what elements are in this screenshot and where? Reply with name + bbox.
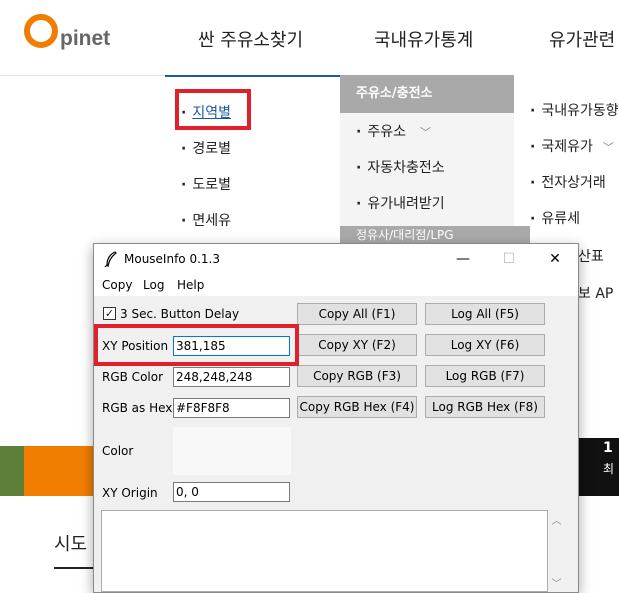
mouseinfo-window: MouseInfo 0.1.3 — ☐ ✕ Copy Log Help ✓ 3 … <box>93 243 579 593</box>
menu-col-prices: 국내유가동향 국제유가﹀ 전자상거래 유류세 <box>514 75 619 245</box>
copy-rgb-hex-button[interactable]: Copy RGB Hex (F4) <box>297 396 417 418</box>
xy-origin-field[interactable]: 0, 0 <box>173 482 290 502</box>
menu-item-fuel-tax[interactable]: 유류세 <box>530 208 580 228</box>
menu-item-by-road[interactable]: 도로별 <box>181 174 231 194</box>
copy-rgb-button[interactable]: Copy RGB (F3) <box>297 365 417 387</box>
menu-help[interactable]: Help <box>177 278 204 292</box>
site-header: pinet 싼 주유소찾기 국내유가통계 유가관련 <box>0 0 619 76</box>
banner-dark: 1 최 <box>577 438 619 496</box>
menu-bar: Copy Log Help <box>94 274 578 296</box>
logo-text: pinet <box>60 27 111 50</box>
menu-item-charging-station[interactable]: 자동차충전소 <box>356 157 444 177</box>
partial-menu-text: 산표 <box>578 249 604 265</box>
menu-log[interactable]: Log <box>143 278 164 292</box>
chevron-down-icon: ﹀ <box>419 126 431 139</box>
nav-domestic-price-stats[interactable]: 국내유가통계 <box>374 26 473 52</box>
rgb-hex-field[interactable]: #F8F8F8 <box>173 398 290 418</box>
scroll-down-icon[interactable]: ﹀ <box>548 575 565 590</box>
delay-checkbox-label: 3 Sec. Button Delay <box>120 307 240 321</box>
highlight-box-xy-position <box>94 324 299 366</box>
highlight-box-region <box>175 89 251 130</box>
menu-col-stations: 주유소/충전소 주유소﹀ 자동차충전소 유가내려받기 정유사/대리점/LPG <box>340 75 530 245</box>
menu-item-intl-price[interactable]: 국제유가﹀ <box>530 136 614 156</box>
menu-item-domestic-trend[interactable]: 국내유가동향 <box>530 100 618 120</box>
partial-menu-text: 보 AP <box>578 286 614 302</box>
sido-heading: 시도 <box>54 534 88 555</box>
log-rgb-button[interactable]: Log RGB (F7) <box>425 365 545 387</box>
rgb-color-label: RGB Color <box>102 370 164 384</box>
xy-origin-label: XY Origin <box>102 486 158 500</box>
menu-heading-stations: 주유소/충전소 <box>340 75 514 113</box>
menu-item-tax-free[interactable]: 면세유 <box>181 210 231 230</box>
banner-image <box>0 446 24 496</box>
title-bar[interactable]: MouseInfo 0.1.3 — ☐ ✕ <box>94 244 578 274</box>
maximize-button[interactable]: ☐ <box>486 244 532 274</box>
color-label: Color <box>102 444 134 458</box>
log-xy-button[interactable]: Log XY (F6) <box>425 334 545 356</box>
delay-checkbox[interactable]: ✓ <box>103 307 116 320</box>
banner-text: 최 <box>603 462 615 476</box>
menu-item-price-download[interactable]: 유가내려받기 <box>356 193 444 213</box>
menu-item-e-commerce[interactable]: 전자상거래 <box>530 172 605 192</box>
banner-orange <box>24 446 94 496</box>
divider <box>54 567 94 569</box>
log-scrollbar[interactable]: ︿ ﹀ <box>548 510 565 592</box>
nav-cheap-gas-station[interactable]: 싼 주유소찾기 <box>198 26 303 52</box>
copy-xy-button[interactable]: Copy XY (F2) <box>297 334 417 356</box>
close-button[interactable]: ✕ <box>532 244 578 274</box>
menu-copy[interactable]: Copy <box>102 278 132 292</box>
nav-price-related[interactable]: 유가관련 <box>549 26 615 52</box>
minimize-button[interactable]: — <box>440 244 486 274</box>
rgb-hex-label: RGB as Hex <box>102 401 173 415</box>
rgb-color-field[interactable]: 248,248,248 <box>173 367 290 387</box>
feather-icon <box>104 251 117 267</box>
color-swatch <box>173 427 291 475</box>
log-textarea[interactable] <box>101 510 548 592</box>
log-all-button[interactable]: Log All (F5) <box>425 303 545 325</box>
window-title: MouseInfo 0.1.3 <box>124 252 220 266</box>
logo-o-mark <box>24 14 58 48</box>
menu-item-by-route[interactable]: 경로별 <box>181 138 231 158</box>
menu-item-gas-station[interactable]: 주유소﹀ <box>356 121 431 141</box>
log-rgb-hex-button[interactable]: Log RGB Hex (F8) <box>425 396 545 418</box>
banner-text: 1 <box>603 440 613 456</box>
opinet-logo[interactable]: pinet <box>24 14 111 50</box>
scroll-up-icon[interactable]: ︿ <box>548 512 565 527</box>
chevron-down-icon: ﹀ <box>602 141 614 154</box>
copy-all-button[interactable]: Copy All (F1) <box>297 303 417 325</box>
